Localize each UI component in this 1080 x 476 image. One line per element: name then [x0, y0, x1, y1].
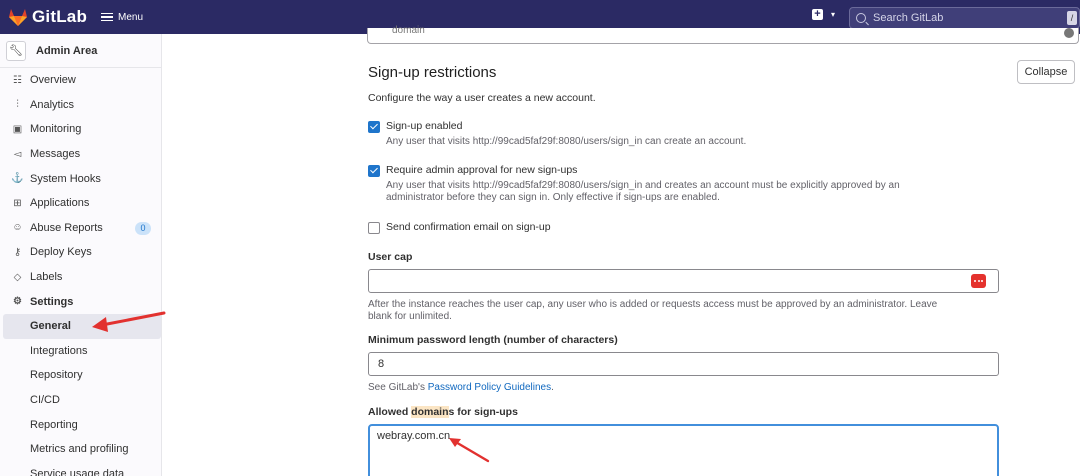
min-password-help-prefix: See GitLab's [368, 382, 428, 393]
sidebar-subitem-repository[interactable]: Repository [0, 363, 161, 388]
min-password-label: Minimum password length (number of chara… [368, 334, 618, 346]
clear-icon[interactable] [1064, 28, 1074, 38]
count-badge: 0 [135, 221, 151, 235]
admin-approval-checkbox[interactable] [368, 165, 380, 177]
min-password-help: See GitLab's Password Policy Guidelines. [368, 382, 554, 394]
sidebar-item-system-hooks[interactable]: ⚓ System Hooks [0, 166, 161, 191]
sidebar-item-applications[interactable]: ⊞ Applications [0, 191, 161, 216]
search-highlight: domain [411, 406, 449, 418]
main-content: domain Sign-up restrictions Collapse Con… [163, 25, 1080, 476]
section-title: Sign-up restrictions [368, 64, 497, 81]
allowed-domains-label: Allowed domains for sign-ups [368, 406, 518, 418]
sidebar-item-messages[interactable]: ◅ Messages [0, 142, 161, 167]
monitoring-icon: ▣ [12, 123, 23, 135]
sidebar-item-overview[interactable]: ☷ Overview [0, 68, 161, 93]
analytics-icon: ⫶ [16, 99, 19, 111]
wrench-icon: 🔧︎ [6, 40, 26, 61]
menu-button[interactable]: Menu [101, 11, 143, 24]
allowed-domains-value: webray.com.cn [377, 430, 451, 442]
sidebar-item-label: Monitoring [30, 123, 82, 136]
hamburger-icon [101, 11, 114, 24]
search-input[interactable]: Search GitLab / [849, 7, 1080, 29]
sidebar-subitem-integrations[interactable]: Integrations [0, 339, 161, 364]
sidebar-subitem-metrics-and-profiling[interactable]: Metrics and profiling [0, 437, 161, 462]
search-placeholder: Search GitLab [873, 12, 944, 24]
sidebar-header[interactable]: 🔧︎ Admin Area [0, 34, 161, 68]
sidebar-item-labels[interactable]: ◇ Labels [0, 265, 161, 290]
user-cap-help-2: blank for unlimited. [368, 311, 452, 322]
sidebar-title: Admin Area [36, 44, 98, 57]
signup-enabled-checkbox[interactable] [368, 121, 380, 133]
settings-search-input[interactable]: domain [367, 25, 1079, 44]
user-cap-label: User cap [368, 251, 413, 263]
admin-approval-help-2: administrator before they can sign in. O… [386, 192, 720, 203]
key-icon: ⚷ [13, 246, 22, 258]
password-policy-link[interactable]: Password Policy Guidelines [428, 382, 551, 393]
admin-approval-help-1: Any user that visits http://99cad5faf29f… [386, 180, 900, 191]
sidebar-item-label: Overview [30, 74, 76, 87]
annotation-arrow [92, 311, 166, 332]
settings-icon: ⚙ [13, 296, 22, 308]
sidebar-item-monitoring[interactable]: ▣ Monitoring [0, 117, 161, 142]
logo-text: GitLab [32, 7, 88, 26]
menu-label: Menu [118, 11, 144, 23]
confirm-email-checkbox[interactable] [368, 222, 380, 234]
annotation-arrow [449, 438, 490, 463]
new-dropdown-button[interactable]: + ▾ [812, 9, 835, 20]
section-description: Configure the way a user creates a new a… [368, 92, 596, 104]
sidebar-item-label: Abuse Reports [30, 221, 103, 234]
hooks-icon: ⚓ [11, 173, 24, 185]
signup-enabled-label: Sign-up enabled [386, 120, 463, 132]
chevron-down-icon: ▾ [831, 10, 836, 19]
sidebar-item-label: Applications [30, 197, 90, 210]
user-cap-help-1: After the instance reaches the user cap,… [368, 299, 938, 310]
signup-enabled-help: Any user that visits http://99cad5faf29f… [386, 136, 747, 147]
gitlab-logo[interactable]: GitLab [8, 7, 87, 27]
min-password-value: 8 [378, 358, 385, 370]
admin-sidebar: 🔧︎ Admin Area ☷ Overview ⫶ Analytics ▣ Monito… [0, 34, 162, 476]
sidebar-subitem-reporting[interactable]: Reporting [0, 412, 161, 437]
allowed-domains-label-prefix: Allowed [368, 406, 412, 418]
password-manager-icon[interactable] [971, 274, 986, 288]
overview-icon: ☷ [13, 74, 22, 86]
sidebar-item-label: Messages [30, 148, 81, 161]
sidebar-item-label: Analytics [30, 98, 75, 111]
abuse-icon: ☺ [12, 222, 23, 234]
min-password-input[interactable]: 8 [368, 352, 999, 376]
allowed-domains-label-suffix: s for sign-ups [448, 406, 518, 418]
confirm-email-label: Send confirmation email on sign-up [386, 221, 551, 233]
sidebar-item-label: Settings [30, 295, 74, 308]
applications-icon: ⊞ [13, 197, 22, 209]
sidebar-item-analytics[interactable]: ⫶ Analytics [0, 93, 161, 118]
sidebar-item-abuse-reports[interactable]: ☺ Abuse Reports 0 [0, 216, 161, 241]
label-icon: ◇ [13, 271, 22, 283]
min-password-help-suffix: . [551, 382, 554, 393]
search-icon [856, 13, 866, 23]
user-cap-input[interactable] [368, 269, 999, 293]
plus-icon: + [812, 9, 823, 20]
tanuki-icon [9, 8, 27, 26]
search-shortcut-badge: / [1067, 11, 1077, 25]
sidebar-subitem-ci-cd[interactable]: CI/CD [0, 388, 161, 413]
admin-approval-label: Require admin approval for new sign-ups [386, 164, 578, 176]
messages-icon: ◅ [13, 148, 22, 160]
collapse-button[interactable]: Collapse [1017, 60, 1075, 84]
sidebar-subitem-service-usage-data[interactable]: Service usage data [0, 462, 161, 476]
sidebar-item-deploy-keys[interactable]: ⚷ Deploy Keys [0, 240, 161, 265]
settings-search-value: domain [392, 25, 425, 36]
sidebar-item-label: Labels [30, 271, 63, 284]
sidebar-item-label: Deploy Keys [30, 246, 92, 259]
sidebar-item-label: System Hooks [30, 172, 101, 185]
